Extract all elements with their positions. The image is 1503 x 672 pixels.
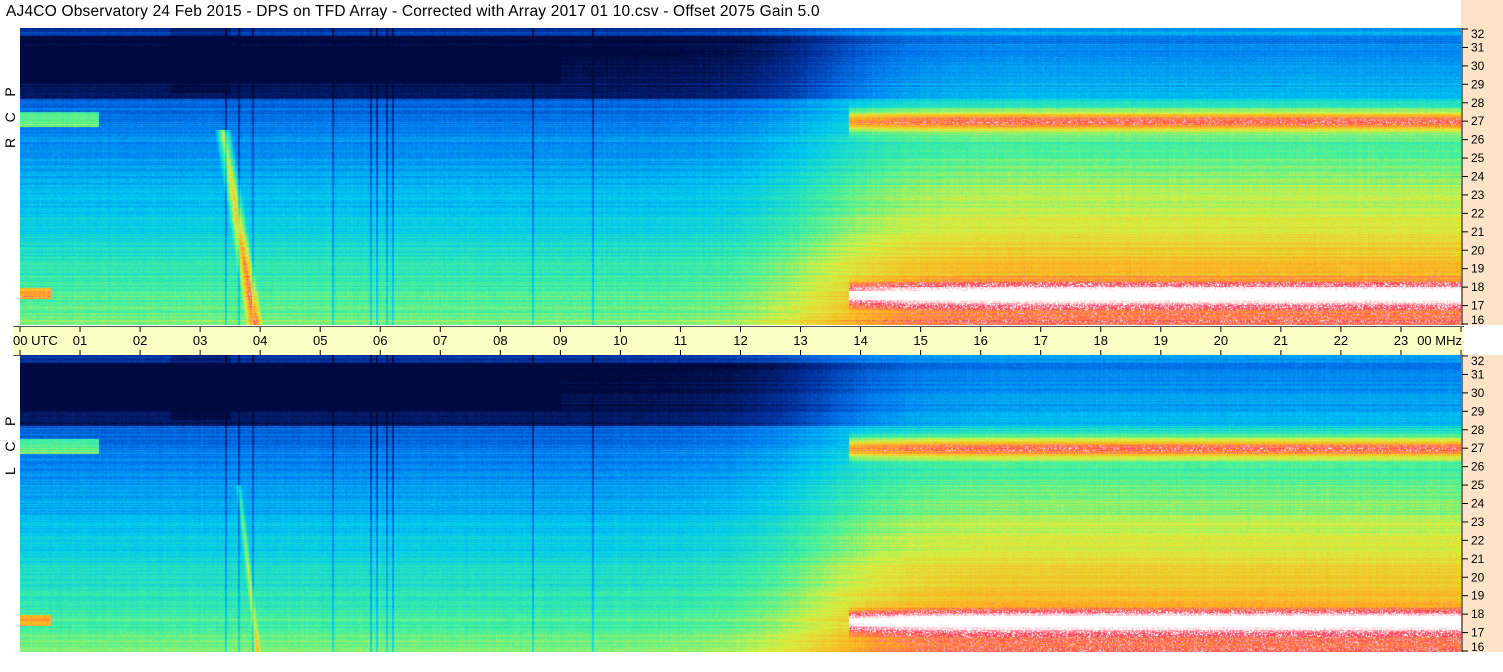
rcp-freq-tick-label: 32 xyxy=(1471,28,1485,41)
utc-tick-label: 12 xyxy=(733,333,747,348)
utc-tick-label: 00 UTC xyxy=(13,333,58,348)
utc-tick-label: 15 xyxy=(913,333,927,348)
utc-tick-label: 17 xyxy=(1033,333,1047,348)
utc-tick-label: 07 xyxy=(433,333,447,348)
lcp-label-c: C xyxy=(2,441,18,452)
lcp-freq-tick-label: 29 xyxy=(1471,404,1485,418)
rcp-freq-tick-label: 25 xyxy=(1471,151,1485,165)
utc-tick-label: 04 xyxy=(253,333,267,348)
lcp-spectrogram-canvas xyxy=(20,355,1461,652)
lcp-freq-tick-label: 32 xyxy=(1471,355,1485,368)
utc-tick-label: 23 xyxy=(1394,333,1408,348)
rcp-frequency-axis-svg: 1617 18 19 20 21 22 23 24 25 26 27 28 29 30 3132 xyxy=(1461,27,1485,327)
rcp-freq-tick-label: 18 xyxy=(1471,280,1485,294)
rcp-freq-tick-label: 16 xyxy=(1471,313,1485,325)
rcp-label-r: R xyxy=(2,137,18,148)
lcp-spectrogram xyxy=(20,355,1461,652)
utc-tick-label: 02 xyxy=(133,333,147,348)
rcp-freq-tick-label: 19 xyxy=(1471,262,1485,276)
rcp-freq-tick-label: 29 xyxy=(1471,77,1485,91)
utc-tick-label: 13 xyxy=(793,333,807,348)
lcp-freq-tick-label: 23 xyxy=(1471,515,1485,529)
rcp-freq-tick-label: 23 xyxy=(1471,188,1485,202)
rcp-freq-tick-label: 24 xyxy=(1471,170,1485,184)
utc-tick-label: 16 xyxy=(973,333,987,348)
lcp-frequency-axis-svg: 1617 18 19 20 21 22 23 24 25 26 27 28 29 30 3132 xyxy=(1461,354,1485,654)
lcp-freq-tick-label: 19 xyxy=(1471,589,1485,603)
lcp-label-p: P xyxy=(2,416,18,426)
lcp-freq-tick-label: 17 xyxy=(1471,626,1485,640)
utc-time-axis-svg: 00 UTC 01 02 03 04 05 06 07 08 09 10 11 12 13 14 15 16 17… xyxy=(13,327,1462,355)
rcp-freq-tick-label: 31 xyxy=(1471,40,1485,54)
rcp-frequency-axis: 16 17 18 19 20 21 22 23 24 25 26 27 28 29 30 31 32 xyxy=(1461,27,1503,327)
utc-tick-label: 09 xyxy=(553,333,567,348)
utc-tick-label: 20 xyxy=(1214,333,1228,348)
rcp-label-c: C xyxy=(2,112,18,123)
rcp-freq-tick-label: 17 xyxy=(1471,299,1485,313)
utc-tick-label: 01 xyxy=(73,333,87,348)
utc-tick-label: 22 xyxy=(1334,333,1348,348)
panel-label-lcp: L C P xyxy=(2,417,18,475)
utc-tick-label: 19 xyxy=(1154,333,1168,348)
utc-tick-label: 00 MHz xyxy=(1417,333,1462,348)
rcp-freq-tick-label: 21 xyxy=(1471,225,1485,239)
utc-tick-label: 18 xyxy=(1094,333,1108,348)
panel-label-rcp: R C P xyxy=(2,87,18,148)
utc-tick-label: 05 xyxy=(313,333,327,348)
lcp-label-l: L xyxy=(2,467,18,475)
lcp-freq-tick-label: 25 xyxy=(1471,478,1485,492)
lcp-freq-tick-label: 16 xyxy=(1471,640,1485,652)
utc-tick-label: 21 xyxy=(1274,333,1288,348)
lcp-freq-tick-label: 22 xyxy=(1471,533,1485,547)
utc-tick-label: 08 xyxy=(493,333,507,348)
rcp-freq-tick-label: 27 xyxy=(1471,114,1485,128)
lcp-freq-tick-label: 26 xyxy=(1471,460,1485,474)
axis-corner xyxy=(1461,0,1503,28)
rcp-freq-tick-label: 22 xyxy=(1471,206,1485,220)
rcp-freq-tick-label: 26 xyxy=(1471,133,1485,147)
utc-time-axis: 00 UTC 01 02 03 04 05 06 07 08 09 10 11 12 13 14 15 16 17… xyxy=(13,326,1464,356)
rcp-spectrogram-canvas xyxy=(20,28,1461,325)
lcp-freq-tick-label: 24 xyxy=(1471,497,1485,511)
lcp-freq-tick-label: 28 xyxy=(1471,423,1485,437)
utc-tick-label: 14 xyxy=(853,333,867,348)
lcp-freq-tick-label: 27 xyxy=(1471,441,1485,455)
rcp-freq-tick-label: 30 xyxy=(1471,59,1485,73)
lcp-freq-tick-label: 20 xyxy=(1471,570,1485,584)
lcp-frequency-axis: 16 17 18 19 20 21 22 23 24 25 26 27 28 29 30 31 32 xyxy=(1461,354,1503,654)
lcp-freq-tick-label: 18 xyxy=(1471,607,1485,621)
utc-tick-label: 10 xyxy=(613,333,627,348)
rcp-spectrogram xyxy=(20,28,1461,325)
rcp-freq-tick-label: 20 xyxy=(1471,243,1485,257)
chart-title: AJ4CO Observatory 24 Feb 2015 - DPS on T… xyxy=(6,3,820,20)
utc-tick-label: 03 xyxy=(193,333,207,348)
lcp-freq-tick-label: 31 xyxy=(1471,367,1485,381)
utc-tick-label: 11 xyxy=(674,333,688,348)
rcp-label-p: P xyxy=(2,87,18,97)
rcp-freq-tick-label: 28 xyxy=(1471,96,1485,110)
lcp-freq-tick-label: 21 xyxy=(1471,552,1485,566)
lcp-freq-tick-label: 30 xyxy=(1471,386,1485,400)
utc-tick-label: 06 xyxy=(373,333,387,348)
